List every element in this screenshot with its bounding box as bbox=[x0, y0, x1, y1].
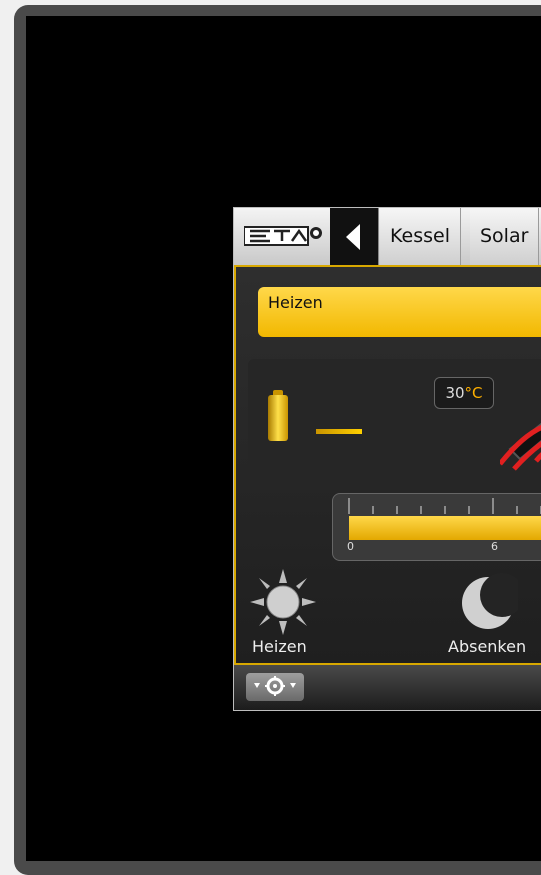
settings-icon bbox=[254, 676, 296, 696]
footer-bar bbox=[234, 663, 541, 710]
flow-line bbox=[316, 429, 362, 434]
status-bar: Heizen bbox=[258, 287, 541, 337]
temperature-unit: °C bbox=[464, 384, 483, 402]
temperature-badge: 30°C bbox=[434, 377, 494, 409]
scale-fill bbox=[349, 516, 541, 540]
system-display: 30°C bbox=[248, 359, 541, 479]
heizen-mode-button[interactable] bbox=[248, 567, 318, 637]
settings-button[interactable] bbox=[246, 673, 304, 701]
top-navbar: Kessel Solar bbox=[234, 208, 541, 267]
eta-logo bbox=[243, 225, 324, 247]
back-button[interactable] bbox=[330, 208, 379, 265]
temperature-scale: 0 6 bbox=[332, 493, 541, 561]
radiator-icon bbox=[500, 422, 541, 471]
temperature-value: 30 bbox=[445, 384, 465, 402]
absenken-label: Absenken bbox=[448, 637, 527, 656]
scale-label-6: 6 bbox=[491, 540, 498, 553]
heizen-label: Heizen bbox=[252, 637, 307, 656]
sun-icon bbox=[250, 569, 316, 635]
scale-label-0: 0 bbox=[347, 540, 354, 553]
moon-icon bbox=[462, 573, 524, 629]
tab-solar[interactable]: Solar bbox=[470, 208, 540, 265]
scale-ticks bbox=[348, 498, 541, 514]
eta-panel: Kessel Solar Heizen 30°C 0 6 Heizen Abse… bbox=[233, 207, 541, 711]
tank-icon bbox=[268, 395, 288, 441]
main-area: Heizen 30°C 0 6 Heizen Absenken bbox=[234, 267, 541, 663]
status-text: Heizen bbox=[268, 293, 323, 312]
absenken-mode-button[interactable] bbox=[458, 573, 524, 633]
tab-kessel[interactable]: Kessel bbox=[380, 208, 461, 265]
chevron-left-icon bbox=[346, 224, 360, 250]
